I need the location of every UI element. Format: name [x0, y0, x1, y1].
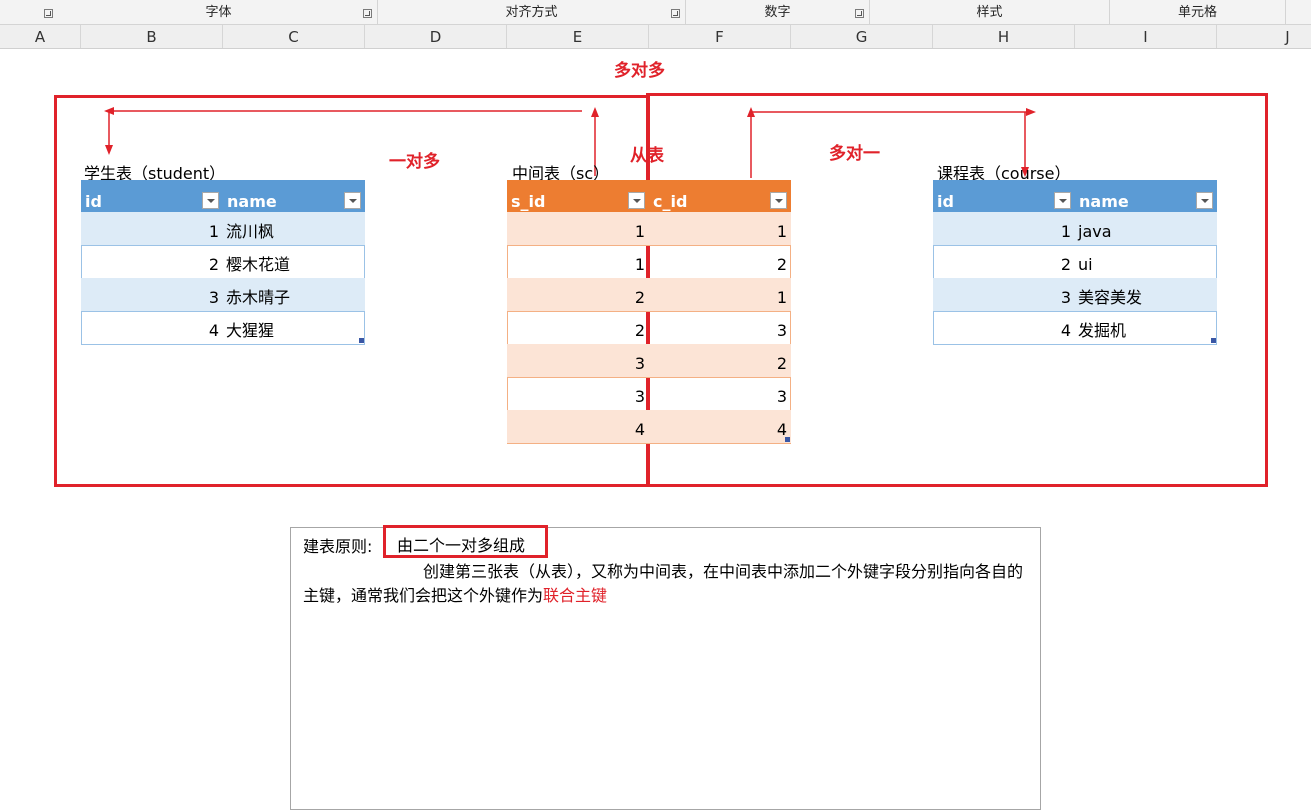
table-resize-handle[interactable]	[785, 437, 790, 442]
cell-s-id[interactable]: 2	[507, 278, 649, 310]
cell-name[interactable]: ui	[1078, 245, 1217, 277]
filter-dropdown-icon[interactable]	[202, 192, 219, 209]
table-row[interactable]: 1 1	[507, 212, 791, 246]
student-table: id name 1 流川枫 2 樱木花道 3 赤木晴子 4 大猩猩	[81, 180, 365, 345]
note-highlight: 联合主键	[543, 586, 608, 605]
note-textbox[interactable]: 建表原则: 由二个一对多组成 创建第三张表（从表），又称为中间表，在中间表中添加…	[290, 525, 1041, 810]
cell-s-id[interactable]: 1	[507, 212, 649, 244]
cell-id[interactable]: 3	[933, 278, 1075, 310]
cell-id[interactable]: 1	[81, 212, 223, 244]
table-row[interactable]: 2 1	[507, 278, 791, 312]
course-table: id name 1 java 2 ui 3 美容美发 4 发掘机	[933, 180, 1217, 345]
cell-s-id[interactable]: 4	[507, 410, 649, 442]
cell-id[interactable]: 4	[81, 311, 223, 343]
cell-name[interactable]: 樱木花道	[226, 245, 365, 277]
cell-id[interactable]: 3	[81, 278, 223, 310]
cell-name[interactable]: 发掘机	[1078, 311, 1217, 343]
table-row[interactable]: 1 流川枫	[81, 212, 365, 246]
cell-c-id[interactable]: 1	[649, 278, 791, 310]
filter-dropdown-icon[interactable]	[344, 192, 361, 209]
cell-s-id[interactable]: 2	[507, 311, 649, 343]
table-row[interactable]: 2 ui	[933, 245, 1217, 279]
cell-id[interactable]: 2	[81, 245, 223, 277]
table-row[interactable]: 4 4	[507, 410, 791, 443]
table-row[interactable]: 3 赤木晴子	[81, 278, 365, 312]
cell-name[interactable]: 大猩猩	[226, 311, 365, 343]
table-resize-handle[interactable]	[1211, 338, 1216, 343]
table-row[interactable]: 1 java	[933, 212, 1217, 246]
table-row[interactable]: 3 2	[507, 344, 791, 378]
sc-table: s_id c_id 1 1 1 2 2 1 2 3 3 2 3 3 4 4	[507, 180, 791, 444]
table-header-row: id name	[81, 180, 365, 212]
table-row[interactable]: 2 3	[507, 311, 791, 345]
note-body-text: 创建第三张表（从表），又称为中间表，在中间表中添加二个外键字段分别指向各自的主键…	[303, 562, 1024, 605]
filter-dropdown-icon[interactable]	[628, 192, 645, 209]
note-principle: 由二个一对多组成	[383, 525, 548, 558]
table-header-row: s_id c_id	[507, 180, 791, 212]
note-body: 创建第三张表（从表），又称为中间表，在中间表中添加二个外键字段分别指向各自的主键…	[303, 560, 1031, 608]
filter-dropdown-icon[interactable]	[1054, 192, 1071, 209]
cell-c-id[interactable]: 3	[649, 311, 791, 343]
cell-name[interactable]: java	[1078, 212, 1217, 244]
table-row[interactable]: 4 发掘机	[933, 311, 1217, 344]
filter-dropdown-icon[interactable]	[1196, 192, 1213, 209]
note-label: 建表原则:	[303, 537, 373, 556]
table-row[interactable]: 3 3	[507, 377, 791, 411]
cell-s-id[interactable]: 3	[507, 344, 649, 376]
table-row[interactable]: 4 大猩猩	[81, 311, 365, 344]
cell-id[interactable]: 1	[933, 212, 1075, 244]
table-row[interactable]: 3 美容美发	[933, 278, 1217, 312]
table-header-row: id name	[933, 180, 1217, 212]
cell-s-id[interactable]: 1	[507, 245, 649, 277]
cell-c-id[interactable]: 2	[649, 344, 791, 376]
cell-name[interactable]: 赤木晴子	[226, 278, 365, 310]
cell-name[interactable]: 美容美发	[1078, 278, 1217, 310]
cell-c-id[interactable]: 2	[649, 245, 791, 277]
cell-c-id[interactable]: 1	[649, 212, 791, 244]
cell-c-id[interactable]: 3	[649, 377, 791, 409]
table-row[interactable]: 1 2	[507, 245, 791, 279]
cell-name[interactable]: 流川枫	[226, 212, 365, 244]
cell-id[interactable]: 4	[933, 311, 1075, 343]
cell-id[interactable]: 2	[933, 245, 1075, 277]
cell-s-id[interactable]: 3	[507, 377, 649, 409]
cell-c-id[interactable]: 4	[649, 410, 791, 442]
table-resize-handle[interactable]	[359, 338, 364, 343]
filter-dropdown-icon[interactable]	[770, 192, 787, 209]
table-row[interactable]: 2 樱木花道	[81, 245, 365, 279]
